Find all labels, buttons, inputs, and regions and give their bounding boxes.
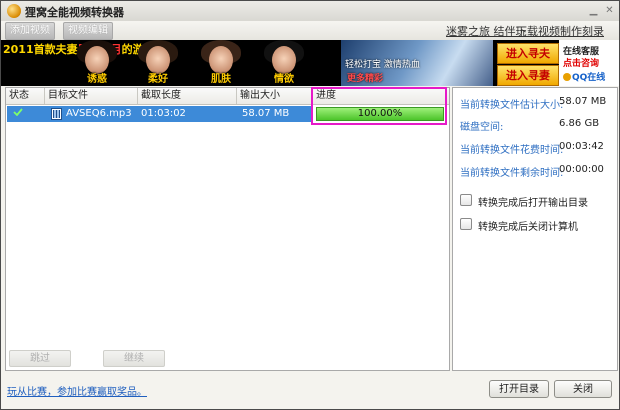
open-after-checkbox[interactable] bbox=[460, 194, 472, 206]
shutdown-after-label[interactable]: 转换完成后关闭计算机 bbox=[478, 218, 578, 233]
title-bar: 狸窝全能视频转换器 ▁ ✕ bbox=[1, 1, 619, 22]
list-action-bar: 跳过 继续 bbox=[5, 349, 448, 369]
open-directory-button[interactable]: 打开目录 bbox=[489, 380, 549, 398]
converter-window: 狸窝全能视频转换器 ▁ ✕ 添加视频 视频编辑 迷雾之旅 结伴玩 下载视频 制作… bbox=[0, 0, 620, 410]
app-icon bbox=[7, 4, 21, 18]
ad-card-caption: 情欲 bbox=[274, 74, 294, 85]
ad-card-caption: 柔好 bbox=[148, 74, 168, 85]
skip-button[interactable]: 跳过 bbox=[9, 350, 71, 367]
open-after-label[interactable]: 转换完成后打开输出目录 bbox=[478, 194, 588, 209]
info-value-est-size: 58.07 MB bbox=[559, 96, 607, 107]
add-video-button[interactable]: 添加视频 bbox=[5, 22, 55, 40]
shutdown-after-checkbox[interactable] bbox=[460, 218, 472, 230]
close-button[interactable]: 关闭 bbox=[554, 380, 612, 398]
ad-card-caption: 肌肤 bbox=[211, 74, 231, 85]
ad-card-1[interactable]: 诱惑 bbox=[67, 40, 127, 86]
window-title: 狸窝全能视频转换器 bbox=[25, 6, 124, 19]
ad-scene-text: 轻松打宝 激情热血 bbox=[345, 60, 420, 70]
col-header-duration[interactable]: 截取长度 bbox=[138, 88, 237, 104]
col-header-target-file[interactable]: 目标文件 bbox=[45, 88, 138, 104]
info-label-time-spent: 当前转换文件花费时间: bbox=[460, 145, 564, 156]
ad-find-wife-button[interactable]: 进入寻妻 bbox=[497, 65, 559, 86]
conversion-list: 状态 目标文件 截取长度 输出大小 进度 AVSEQ6.mp3 01:03:02… bbox=[5, 87, 450, 371]
ad-card-2[interactable]: 柔好 bbox=[128, 40, 188, 86]
col-header-output-size[interactable]: 输出大小 bbox=[237, 88, 313, 104]
ad-qq-online: QQ在线 bbox=[563, 70, 605, 83]
check-icon bbox=[13, 108, 23, 116]
ad-scene-image[interactable]: 轻松打宝 激情热血 更多精彩 bbox=[341, 40, 493, 86]
table-row[interactable]: AVSEQ6.mp3 01:03:02 58.07 MB bbox=[7, 106, 313, 122]
ad-scene-subtext: 更多精彩 bbox=[347, 74, 384, 84]
link-download-video[interactable]: 下载视频 bbox=[516, 23, 560, 39]
row-output-size: 58.07 MB bbox=[242, 108, 290, 119]
ad-online-service[interactable]: 在线客服 点击咨询 QQ在线 bbox=[559, 40, 619, 86]
toolbar: 添加视频 视频编辑 迷雾之旅 结伴玩 下载视频 制作刻录DVD bbox=[1, 21, 619, 52]
info-value-time-spent: 00:03:42 bbox=[559, 141, 604, 152]
ad-find-husband-button[interactable]: 进入寻夫 bbox=[497, 43, 559, 64]
video-edit-button[interactable]: 视频编辑 bbox=[63, 22, 113, 40]
progress-text: 100.00% bbox=[357, 108, 403, 119]
ad-card-4[interactable]: 情欲 bbox=[254, 40, 314, 86]
info-label-time-left: 当前转换文件剩余时间: bbox=[460, 168, 564, 179]
ad-card-3[interactable]: 肌肤 bbox=[191, 40, 251, 86]
info-panel: 当前转换文件估计大小: 58.07 MB 磁盘空间: 6.86 GB 当前转换文… bbox=[452, 87, 618, 371]
info-label-disk-space: 磁盘空间: bbox=[460, 122, 504, 133]
promo-link[interactable]: 玩从比赛，参加比赛赢取奖品。 bbox=[7, 383, 147, 398]
info-label-est-size: 当前转换文件估计大小: bbox=[460, 100, 564, 111]
close-icon[interactable]: ✕ bbox=[603, 4, 616, 17]
row-file-name: AVSEQ6.mp3 bbox=[66, 108, 132, 119]
continue-button[interactable]: 继续 bbox=[103, 350, 165, 367]
ad-service-consult: 点击咨询 bbox=[563, 59, 600, 69]
row-duration: 01:03:02 bbox=[141, 108, 186, 119]
qq-icon bbox=[563, 73, 571, 81]
col-header-status[interactable]: 状态 bbox=[6, 88, 45, 104]
minimize-icon[interactable]: ▁ bbox=[587, 4, 600, 17]
ad-banner[interactable]: 2011首款夫妻风花雪月的游戏 诱惑 柔好 肌肤 情欲 轻松打宝 激情热血 更多… bbox=[1, 40, 619, 86]
info-value-disk-space: 6.86 GB bbox=[559, 118, 600, 129]
ad-card-caption: 诱惑 bbox=[87, 74, 107, 85]
video-file-icon bbox=[51, 108, 62, 120]
info-value-time-left: 00:00:00 bbox=[559, 164, 604, 175]
progress-bar: 100.00% bbox=[316, 107, 444, 121]
link-fog-journey[interactable]: 迷雾之旅 结伴玩 bbox=[446, 23, 527, 39]
